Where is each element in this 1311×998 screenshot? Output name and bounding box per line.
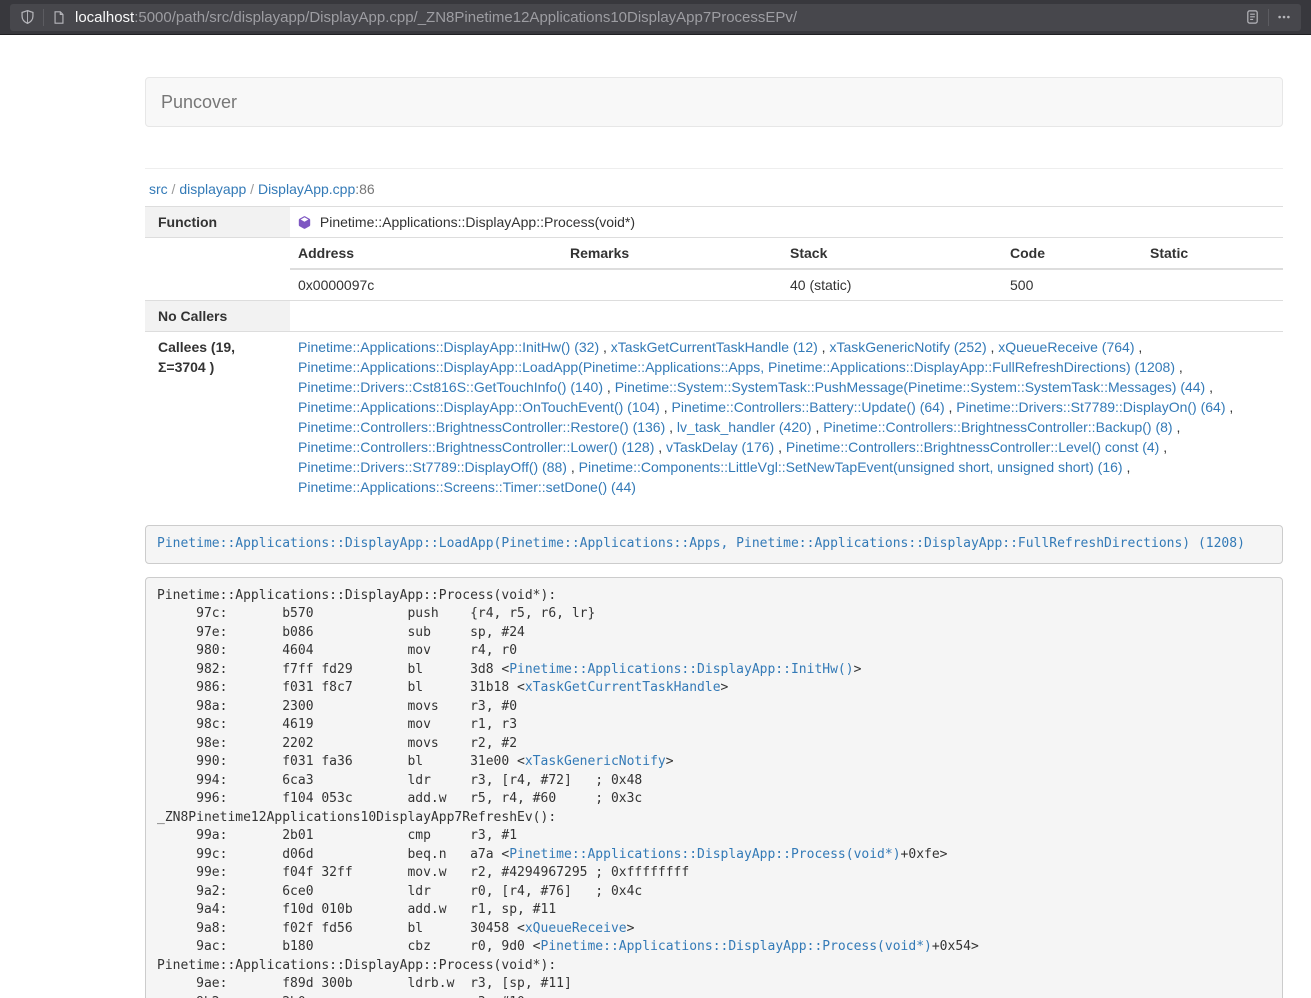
url-bar[interactable]: localhost:5000/path/src/displayapp/Displ… bbox=[10, 4, 1301, 31]
empty-label bbox=[145, 238, 290, 301]
callee-link[interactable]: Pinetime::System::SystemTask::PushMessag… bbox=[615, 379, 1206, 395]
function-name: Pinetime::Applications::DisplayApp::Proc… bbox=[320, 214, 635, 230]
callee-link[interactable]: xTaskGenericNotify (252) bbox=[829, 339, 986, 355]
no-callers-label: No Callers bbox=[145, 301, 290, 332]
column-header-code: Code bbox=[1002, 238, 1142, 269]
breadcrumb: src / displayapp / DisplayApp.cpp:86 bbox=[145, 179, 1283, 199]
function-name-cell: Pinetime::Applications::DisplayApp::Proc… bbox=[290, 207, 1283, 238]
column-header-remarks: Remarks bbox=[562, 238, 782, 269]
metric-value: 500 bbox=[1002, 269, 1142, 300]
line-number: :86 bbox=[355, 181, 374, 197]
callee-link[interactable]: Pinetime::Drivers::Cst816S::GetTouchInfo… bbox=[298, 379, 603, 395]
metric-value bbox=[1142, 269, 1283, 300]
column-header-address: Address bbox=[290, 238, 562, 269]
callee-link[interactable]: Pinetime::Drivers::St7789::DisplayOff() … bbox=[298, 459, 567, 475]
breadcrumb-link[interactable]: src bbox=[149, 181, 168, 197]
breadcrumb-separator: / bbox=[168, 181, 180, 197]
metric-value bbox=[562, 269, 782, 300]
callee-link[interactable]: Pinetime::Applications::Screens::Timer::… bbox=[298, 479, 636, 495]
symbol-link[interactable]: Pinetime::Applications::DisplayApp::Proc… bbox=[541, 939, 932, 954]
browser-toolbar: localhost:5000/path/src/displayapp/Displ… bbox=[0, 0, 1311, 35]
callee-link[interactable]: Pinetime::Controllers::BrightnessControl… bbox=[298, 419, 665, 435]
symbol-link[interactable]: xTaskGetCurrentTaskHandle bbox=[525, 680, 721, 695]
shield-icon[interactable] bbox=[20, 9, 35, 25]
column-header-stack: Stack bbox=[782, 238, 1002, 269]
symbol-link[interactable]: Pinetime::Applications::DisplayApp::Proc… bbox=[509, 847, 900, 862]
function-label: Function bbox=[145, 207, 290, 238]
metric-value: 40 (static) bbox=[782, 269, 1002, 300]
callee-link[interactable]: Pinetime::Applications::DisplayApp::Load… bbox=[298, 359, 1175, 375]
breadcrumb-link[interactable]: displayapp bbox=[179, 181, 246, 197]
navbar: Puncover bbox=[145, 77, 1283, 127]
callee-link[interactable]: Pinetime::Applications::DisplayApp::OnTo… bbox=[298, 399, 660, 415]
selected-callee-box: Pinetime::Applications::DisplayApp::Load… bbox=[145, 525, 1283, 564]
more-options-icon[interactable] bbox=[1277, 10, 1291, 24]
callee-link[interactable]: Pinetime::Controllers::BrightnessControl… bbox=[823, 419, 1172, 435]
symbol-link[interactable]: Pinetime::Applications::DisplayApp::Init… bbox=[509, 662, 853, 677]
callees-label: Callees (19, Σ=3704 ) bbox=[145, 332, 290, 503]
symbol-link[interactable]: xQueueReceive bbox=[525, 921, 627, 936]
url-text: localhost:5000/path/src/displayapp/Displ… bbox=[75, 9, 1245, 26]
breadcrumb-link[interactable]: DisplayApp.cpp bbox=[258, 181, 355, 197]
function-row: Function Pinetime::Applications::Display… bbox=[145, 207, 1283, 238]
callee-link[interactable]: xQueueReceive (764) bbox=[998, 339, 1134, 355]
callee-link[interactable]: Pinetime::Applications::DisplayApp::Init… bbox=[298, 339, 599, 355]
column-header-static: Static bbox=[1142, 238, 1283, 269]
url-path: :5000/path/src/displayapp/DisplayApp.cpp… bbox=[134, 9, 797, 26]
breadcrumb-separator: / bbox=[246, 181, 258, 197]
callee-highlight-link[interactable]: Pinetime::Applications::DisplayApp::Load… bbox=[157, 536, 1245, 551]
page-content: Puncover src / displayapp / DisplayApp.c… bbox=[145, 77, 1283, 998]
symbol-link[interactable]: xTaskGenericNotify bbox=[525, 754, 666, 769]
callee-link[interactable]: Pinetime::Controllers::BrightnessControl… bbox=[786, 439, 1159, 455]
page-icon[interactable] bbox=[52, 10, 66, 25]
urlbar-separator bbox=[43, 9, 44, 26]
urlbar-separator bbox=[1268, 9, 1269, 26]
callee-link[interactable]: Pinetime::Controllers::BrightnessControl… bbox=[298, 439, 654, 455]
symbol-metrics-table: AddressRemarksStackCodeStatic 0x0000097c… bbox=[290, 238, 1283, 300]
metric-value: 0x0000097c bbox=[290, 269, 562, 300]
package-icon bbox=[298, 214, 315, 230]
no-callers-row: No Callers bbox=[145, 301, 1283, 332]
brand-link[interactable]: Puncover bbox=[146, 92, 252, 113]
function-info-table: Function Pinetime::Applications::Display… bbox=[145, 206, 1283, 502]
callees-row: Callees (19, Σ=3704 ) Pinetime::Applicat… bbox=[145, 332, 1283, 503]
divider bbox=[145, 168, 1283, 169]
callee-link[interactable]: vTaskDelay (176) bbox=[666, 439, 774, 455]
callee-link[interactable]: xTaskGetCurrentTaskHandle (12) bbox=[611, 339, 818, 355]
callee-link[interactable]: Pinetime::Drivers::St7789::DisplayOn() (… bbox=[956, 399, 1225, 415]
callee-link[interactable]: lv_task_handler (420) bbox=[677, 419, 812, 435]
metrics-row: AddressRemarksStackCodeStatic 0x0000097c… bbox=[145, 238, 1283, 301]
callees-list: Pinetime::Applications::DisplayApp::Init… bbox=[290, 332, 1283, 503]
reader-mode-icon[interactable] bbox=[1245, 9, 1260, 25]
callee-link[interactable]: Pinetime::Components::LittleVgl::SetNewT… bbox=[579, 459, 1123, 475]
callee-link[interactable]: Pinetime::Controllers::Battery::Update()… bbox=[672, 399, 945, 415]
disassembly-block: Pinetime::Applications::DisplayApp::Proc… bbox=[145, 577, 1283, 998]
url-host: localhost bbox=[75, 9, 134, 26]
